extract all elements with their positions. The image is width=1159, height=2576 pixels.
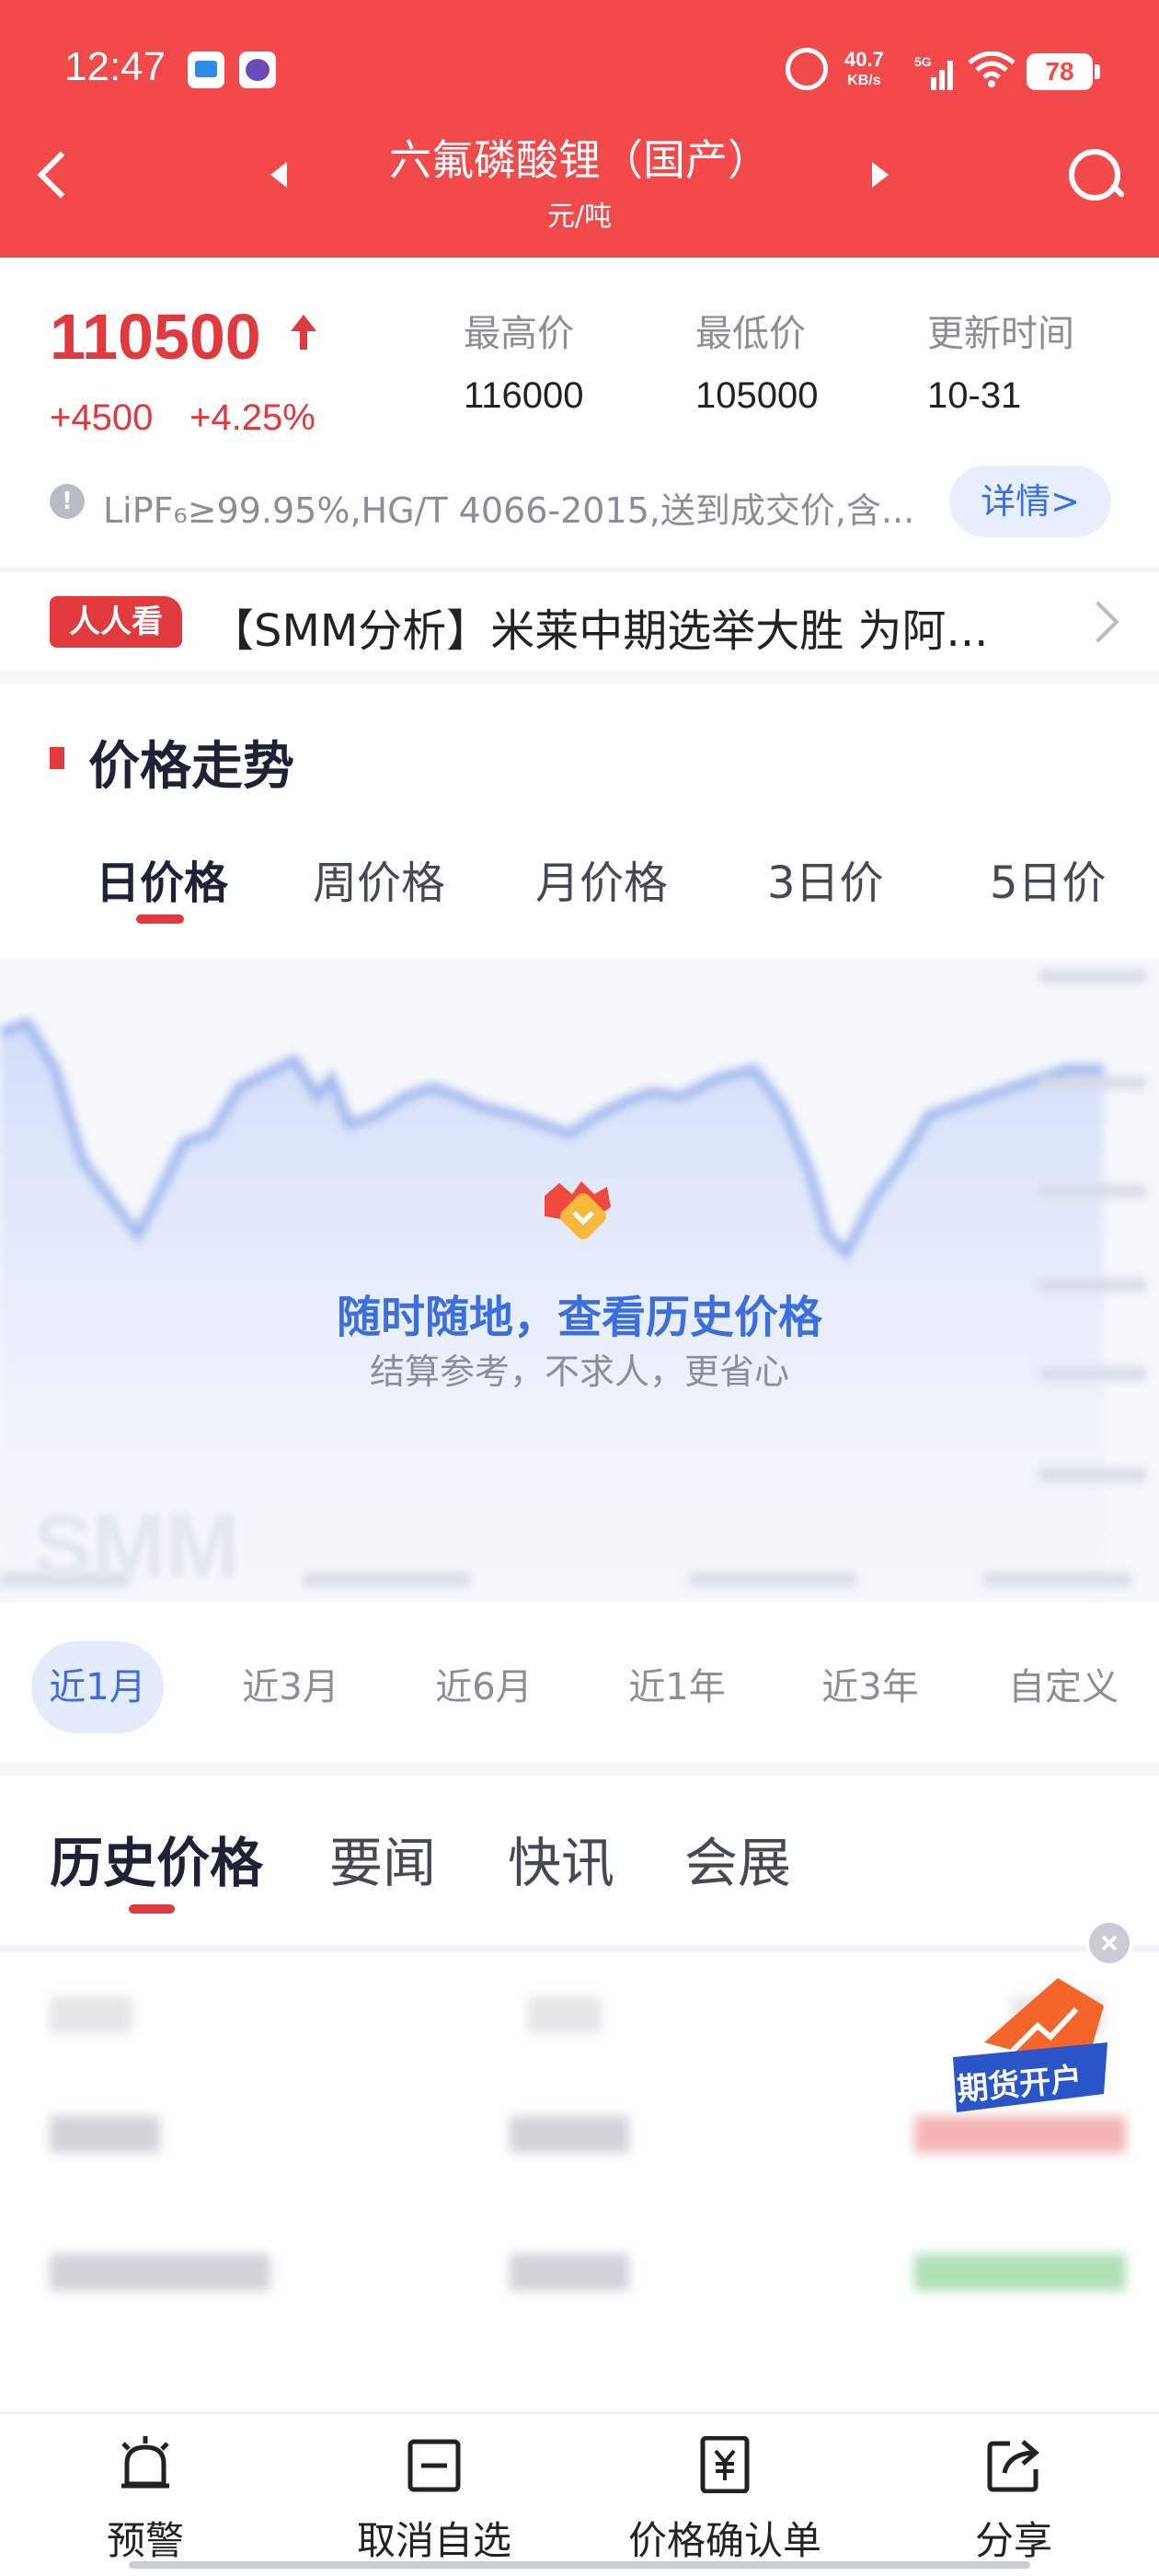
header-bar: 12:47 40.7 KB/s 5G 78 六氟磷酸锂（国产） 元/吨 [0, 0, 1159, 258]
price-confirmation-button[interactable]: 价格确认单 [596, 2423, 854, 2563]
details-button[interactable]: 详情> [949, 466, 1111, 537]
alert-label: 预警 [106, 2518, 184, 2563]
ticker-tag: 人人看 [50, 596, 182, 648]
price-change-percent: +4.25% [189, 397, 316, 438]
tab-daily-price[interactable]: 日价格 [96, 846, 228, 911]
ticker-headline: 【SMM分析】米莱中期选举大胜 为阿... [210, 605, 989, 657]
section-title: 价格走势 [88, 737, 294, 797]
unlock-title[interactable]: 随时随地，查看历史价格 [0, 1281, 1159, 1345]
range-6-months[interactable]: 近6月 [418, 1641, 550, 1733]
update-time-label: 更新时间 [927, 313, 1074, 355]
previous-product-icon[interactable] [261, 156, 298, 193]
unlock-subtitle: 结算参考，不求人，更省心 [369, 1351, 789, 1392]
alert-button[interactable]: 预警 [17, 2423, 274, 2563]
high-price-value: 116000 [464, 375, 584, 416]
network-type: 5G [914, 54, 932, 69]
gesture-bar [129, 2561, 1030, 2569]
chevron-right-icon [1077, 601, 1119, 643]
share-icon [987, 2440, 1039, 2492]
product-spec-note: LiPF₆≥99.95%,HG/T 4066-2015,送到成交价,含... [103, 490, 915, 531]
range-3-years[interactable]: 近3年 [804, 1641, 936, 1733]
range-3-months[interactable]: 近3月 [224, 1641, 357, 1733]
range-1-month[interactable]: 近1月 [31, 1641, 164, 1733]
product-title: 六氟磷酸锂（国产） [389, 135, 770, 185]
status-time: 12:47 [64, 44, 166, 89]
blurred-table-row [0, 2217, 1159, 2337]
wifi-icon [968, 52, 1016, 87]
signal-icon: 5G [914, 54, 953, 90]
price-unit: 元/吨 [546, 201, 613, 233]
unlock-badge-icon [545, 1181, 611, 1239]
tab-news[interactable]: 要闻 [329, 1820, 436, 1897]
tab-exhibitions[interactable]: 会展 [684, 1820, 791, 1897]
active-tab-indicator [136, 914, 184, 924]
low-price-label: 最低价 [695, 313, 806, 355]
price-trend-section: 价格走势 日价格 周价格 月价格 3日价 5日价 SMM 随时随地，查看历史价格… [0, 684, 1159, 1763]
share-label: 分享 [974, 2518, 1052, 2563]
tab-3day-price[interactable]: 3日价 [767, 846, 884, 911]
remove-watchlist-label: 取消自选 [356, 2518, 511, 2563]
info-icon: ! [50, 484, 85, 519]
high-price-label: 最高价 [464, 313, 574, 355]
network-speed: 40.7 KB/s [844, 48, 884, 88]
price-change: +4500 [50, 397, 154, 438]
low-price-value: 105000 [695, 375, 819, 416]
news-ticker[interactable]: 人人看 【SMM分析】米莱中期选举大胜 为阿... [0, 572, 1159, 672]
price-summary: 110500 +4500 +4.25% 最高价 116000 最低价 10500… [0, 258, 1159, 567]
tab-weekly-price[interactable]: 周价格 [313, 846, 445, 911]
minus-box-icon [407, 2439, 461, 2492]
battery-indicator: 78 [1027, 53, 1100, 90]
close-icon[interactable] [1085, 1919, 1133, 1967]
current-price: 110500 [50, 301, 261, 373]
tab-monthly-price[interactable]: 月价格 [535, 846, 668, 911]
price-confirmation-label: 价格确认单 [627, 2518, 821, 2563]
bottom-action-bar: 预警 取消自选 价格确认单 分享 [0, 2412, 1159, 2576]
alarm-status-icon [786, 48, 828, 90]
price-chart-area[interactable]: SMM 随时随地，查看历史价格 结算参考，不求人，更省心 [0, 959, 1159, 1603]
arrow-up-icon [287, 315, 320, 355]
range-custom[interactable]: 自定义 [997, 1641, 1130, 1733]
remove-watchlist-button[interactable]: 取消自选 [305, 2423, 563, 2563]
yuan-doc-icon [700, 2436, 750, 2493]
divider [0, 1945, 1159, 1952]
update-time-value: 10-31 [927, 375, 1022, 416]
watermark-logo: SMM [33, 1497, 239, 1595]
back-arrow-icon[interactable] [28, 147, 83, 202]
notification-app-icon-2 [239, 52, 276, 88]
search-icon[interactable] [1063, 144, 1128, 208]
tab-5day-price[interactable]: 5日价 [990, 846, 1107, 911]
range-1-year[interactable]: 近1年 [611, 1641, 743, 1733]
alarm-icon [121, 2436, 169, 2489]
active-tab-indicator [129, 1904, 175, 1914]
notification-app-icon [188, 52, 224, 88]
tab-flash[interactable]: 快讯 [508, 1820, 614, 1897]
section-marker [50, 747, 64, 769]
next-product-icon[interactable] [861, 156, 898, 193]
tab-history-price[interactable]: 历史价格 [50, 1820, 263, 1897]
share-button[interactable]: 分享 [885, 2423, 1142, 2563]
